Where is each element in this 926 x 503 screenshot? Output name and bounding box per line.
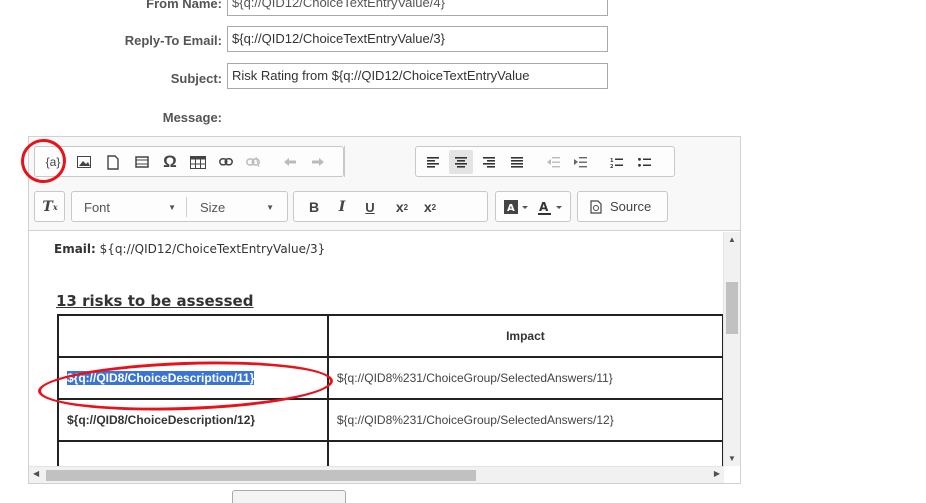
from-name-field[interactable]: ${q://QID12/ChoiceTextEntryValue/4} [227,0,608,16]
size-dropdown-label: Size [200,199,226,215]
superscript-icon[interactable]: x2 [418,195,442,219]
font-size-group: Font ▼ Size ▼ [71,191,288,222]
bottom-button[interactable] [232,490,346,503]
table-icon[interactable] [186,150,210,174]
from-name-label: From Name: [146,0,222,11]
horizontal-scrollbar[interactable]: ◀ ▶ [29,466,724,483]
message-label: Message: [162,110,222,125]
impact-header[interactable]: Impact [326,314,724,358]
basic-styles-group: B I U x2 x2 [293,191,488,222]
reply-to-label: Reply-To Email: [124,33,222,48]
subject-label: Subject: [170,71,222,86]
numbered-list-icon[interactable]: 12 [604,150,628,174]
table-cell[interactable] [57,314,329,358]
table-row [57,440,724,466]
source-icon [584,195,608,219]
email-value: ${q://QID12/ChoiceTextEntryValue/3} [99,242,326,256]
table-cell[interactable] [326,440,724,466]
piped-text-icon[interactable]: {a} [41,150,65,174]
source-button-label: Source [610,199,652,214]
risks-heading: 13 risks to be assessed [56,292,254,310]
omega-icon[interactable]: Ω [158,150,182,174]
vertical-scrollbar[interactable]: ▲ ▼ [723,232,740,466]
align-right-icon[interactable] [477,150,501,174]
file-icon[interactable] [101,150,125,174]
table-row: ${q://QID8/ChoiceDescription/12} ${q://Q… [57,398,724,442]
subject-field[interactable]: Risk Rating from ${q://QID12/ChoiceTextE… [227,63,608,89]
table-cell[interactable]: ${q://QID8/ChoiceDescription/11} [57,356,329,400]
media-icon[interactable] [130,150,154,174]
scroll-right-icon[interactable]: ▶ [714,469,720,478]
svg-text:A: A [507,203,515,214]
clear-format-icon[interactable]: Tx [38,195,62,219]
table-header-row: Impact [57,314,724,358]
chevron-down-icon: ▼ [168,202,176,212]
subject-row: Subject: Risk Rating from ${q://QID12/Ch… [0,63,620,93]
font-dropdown[interactable]: Font ▼ [72,195,184,219]
indent-icon[interactable] [568,150,592,174]
image-icon[interactable] [72,150,96,174]
editor-toolbar: {a} Ω 1 2 T x Font ▼ Size ▼ B I U x 2 x … [29,137,740,231]
svg-text:A: A [539,200,549,214]
clear-format-group: Tx [34,191,65,222]
scroll-up-icon[interactable]: ▲ [724,235,740,244]
chevron-down-icon: ▼ [266,202,274,212]
table-cell[interactable]: ${q://QID8%231/ChoiceGroup/SelectedAnswe… [326,356,724,400]
svg-text:2: 2 [610,164,614,168]
colors-group: A A [495,191,571,222]
size-dropdown[interactable]: Size ▼ [188,195,282,219]
table-cell[interactable]: ${q://QID8/ChoiceDescription/12} [57,398,329,442]
align-center-icon[interactable] [449,150,473,174]
underline-button[interactable]: U [358,195,382,219]
bold-button[interactable]: B [302,195,326,219]
email-label: Email: [54,242,96,256]
scroll-down-icon[interactable]: ▼ [724,454,740,463]
rich-text-editor: {a} Ω 1 2 T x Font ▼ Size ▼ B I U x 2 x … [28,136,741,484]
bulleted-list-icon[interactable] [632,150,656,174]
selected-risk-text[interactable]: ${q://QID8/ChoiceDescription/11} [67,371,255,385]
source-group[interactable]: Source [577,191,668,222]
undo-icon[interactable] [278,150,302,174]
email-line: Email: ${q://QID12/ChoiceTextEntryValue/… [54,242,325,256]
vertical-scroll-thumb[interactable] [726,282,738,334]
table-row: ${q://QID8/ChoiceDescription/11} ${q://Q… [57,356,724,400]
align-left-icon[interactable] [421,150,445,174]
subscript-icon[interactable]: x2 [390,195,414,219]
reply-to-email-field[interactable]: ${q://QID12/ChoiceTextEntryValue/3} [227,26,608,52]
justify-icon[interactable] [505,150,529,174]
editor-content[interactable]: Email: ${q://QID12/ChoiceTextEntryValue/… [29,232,724,466]
table-cell[interactable]: ${q://QID8%231/ChoiceGroup/SelectedAnswe… [326,398,724,442]
reply-to-row: Reply-To Email: ${q://QID12/ChoiceTextEn… [0,26,620,56]
outdent-icon[interactable] [541,150,565,174]
scroll-left-icon[interactable]: ◀ [33,469,39,478]
text-color-icon[interactable]: A [535,195,565,219]
bg-color-icon[interactable]: A [501,195,531,219]
table-cell[interactable] [57,440,329,466]
paragraph-group: 12 [415,146,675,177]
insert-group: {a} Ω [34,146,344,177]
undo-group-divider [344,146,345,177]
combo-divider [186,197,187,217]
from-name-row: From Name: ${q://QID12/ChoiceTextEntryVa… [0,0,620,16]
font-dropdown-label: Font [84,199,111,215]
redo-icon[interactable] [306,150,330,174]
link-icon[interactable] [214,150,238,174]
horizontal-scroll-thumb[interactable] [46,470,476,481]
risk-table: Impact ${q://QID8/ChoiceDescription/11} … [57,314,724,466]
italic-button[interactable]: I [330,195,354,219]
unlink-icon[interactable] [241,150,265,174]
